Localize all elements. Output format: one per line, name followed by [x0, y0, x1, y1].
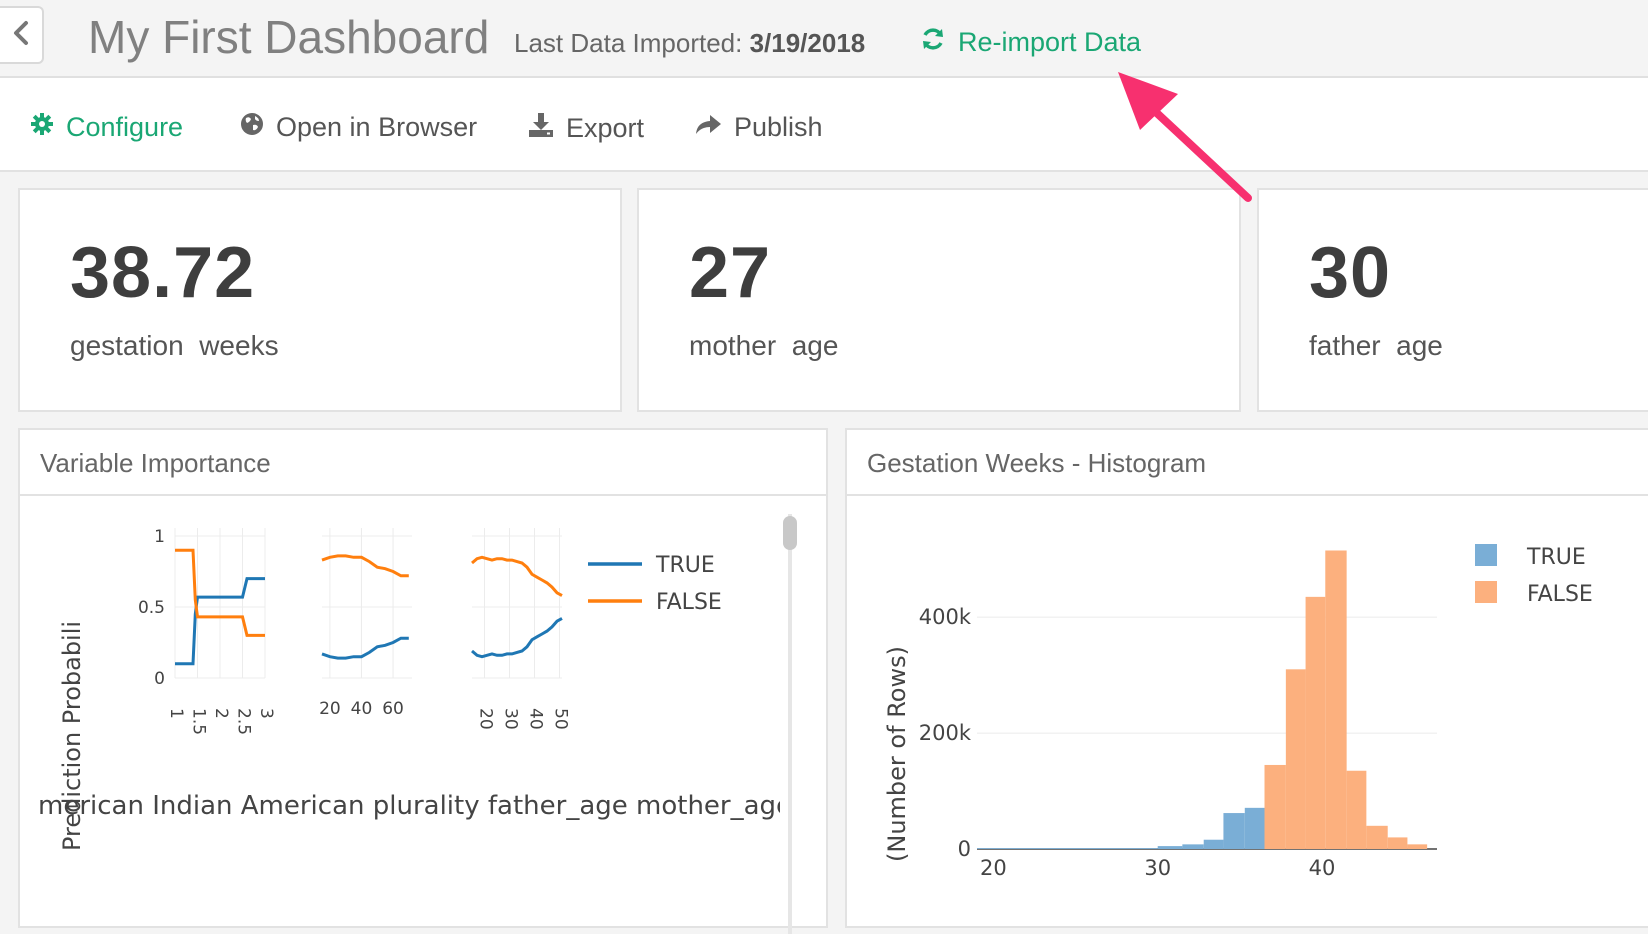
histogram-bar-false	[1366, 825, 1388, 849]
y-tick-label: 0	[958, 837, 971, 861]
refresh-icon	[920, 26, 946, 59]
histogram-bar-false	[1305, 596, 1326, 849]
histogram-bar-true	[1244, 807, 1265, 849]
download-icon	[528, 112, 554, 145]
reimport-label: Re-import Data	[958, 27, 1142, 57]
series-line-true	[471, 617, 563, 659]
y-tick-label: 0	[154, 669, 165, 689]
histogram-bar-true	[1157, 846, 1183, 849]
kpi-label: father age	[1309, 330, 1443, 361]
legend-label-true: TRUE	[655, 553, 715, 578]
legend-label-true: TRUE	[1526, 545, 1586, 570]
page-title: My First Dashboard	[88, 11, 490, 63]
export-label: Export	[566, 113, 645, 143]
panel-title: Gestation Weeks - Histogram	[867, 448, 1207, 478]
histogram-panel: Gestation Weeks - Histogram 0 200k 400k 20 3…	[845, 428, 1648, 928]
y-tick-label: 400k	[919, 605, 972, 629]
x-tick-label: 20	[980, 856, 1007, 880]
publish-label: Publish	[734, 112, 823, 142]
legend-swatch-false	[1475, 581, 1497, 603]
x-tick-label: 60	[382, 699, 404, 719]
x-tick-label: 20	[319, 699, 341, 719]
x-tick-label: 40	[351, 699, 373, 719]
histogram-bar-false	[1346, 770, 1367, 849]
x-tick-label: 40	[526, 708, 546, 730]
kpi-value: 27	[689, 233, 772, 313]
last-import-date: 3/19/2018	[749, 28, 866, 58]
chevron-left-icon	[13, 20, 29, 51]
histogram-bar-true	[1223, 813, 1245, 849]
toolbar: Configure Open in Browser Export Publish	[0, 78, 1648, 172]
y-tick-label: 0.5	[138, 598, 165, 618]
annotation-arrow	[1118, 72, 1252, 202]
export-button[interactable]: Export	[528, 112, 644, 145]
histogram-bar-true	[1203, 839, 1224, 849]
kpi-label: gestation weeks	[70, 330, 279, 361]
y-tick-label: 200k	[919, 721, 972, 745]
kpi-card-father-age: 30 father age	[1257, 188, 1648, 412]
globe-icon	[240, 112, 264, 143]
open-in-browser-button[interactable]: Open in Browser	[240, 112, 477, 143]
reimport-data-button[interactable]: Re-import Data	[920, 26, 1141, 59]
histogram-bar-false	[1285, 669, 1306, 849]
kpi-value: 38.72	[70, 233, 256, 313]
legend-label-false: FALSE	[1527, 582, 1593, 607]
configure-button[interactable]: Configure	[30, 112, 183, 143]
x-axis-labels-overlapping: merican Indian American plurality father…	[38, 791, 780, 821]
x-tick-label: 1	[166, 708, 186, 719]
kpi-label: mother age	[689, 330, 839, 361]
x-tick-label: 2	[211, 708, 231, 719]
series-line-true	[321, 636, 409, 660]
x-tick-label: 3	[256, 708, 276, 719]
x-tick-label: 40	[1309, 856, 1336, 880]
histogram-bar-true	[977, 848, 1158, 849]
series-line-false	[321, 554, 409, 578]
legend-swatch-true	[1475, 544, 1497, 566]
share-arrow-icon	[694, 112, 722, 143]
y-axis-label: (Number of Rows)	[883, 646, 911, 862]
variable-importance-panel: Variable Importance Prediction Probabili…	[18, 428, 828, 934]
histogram-bar-true	[1182, 844, 1204, 849]
histogram-bar-false	[1387, 837, 1408, 849]
x-tick-label: 20	[476, 708, 496, 730]
x-tick-label: 1.5	[189, 708, 209, 735]
gear-icon	[30, 112, 54, 143]
kpi-card-mother-age: 27 mother age	[637, 188, 1241, 412]
legend-label-false: FALSE	[656, 590, 722, 615]
panel-title: Variable Importance	[40, 448, 271, 478]
open-in-browser-label: Open in Browser	[276, 112, 478, 142]
series-line-false	[471, 555, 563, 597]
histogram-chart: 0 200k 400k 20 30 40 (Number of Rows) TRUE FALSE	[883, 544, 1593, 880]
variable-importance-chart: Prediction Probabili 1 1.5 2 2.5 300.5120 40 60…	[38, 527, 780, 851]
configure-label: Configure	[66, 112, 184, 142]
histogram-bar-false	[1407, 844, 1428, 849]
kpi-value: 30	[1309, 233, 1392, 313]
x-tick-label: 30	[1144, 856, 1171, 880]
last-import-label: Last Data Imported:	[514, 28, 743, 58]
x-tick-label: 2.5	[234, 708, 254, 735]
last-import-info: Last Data Imported: 3/19/2018	[514, 28, 865, 59]
histogram-bar-false	[1325, 550, 1347, 849]
kpi-card-gestation: 38.72 gestation weeks	[18, 188, 622, 412]
back-button[interactable]	[0, 6, 44, 64]
x-tick-label: 30	[501, 708, 521, 730]
scroll-track	[788, 514, 792, 934]
histogram-bar-false	[1264, 764, 1286, 849]
x-tick-label: 50	[551, 708, 571, 730]
publish-button[interactable]: Publish	[694, 112, 823, 143]
scrollbar-thumb[interactable]	[783, 516, 797, 550]
y-tick-label: 1	[154, 527, 165, 547]
